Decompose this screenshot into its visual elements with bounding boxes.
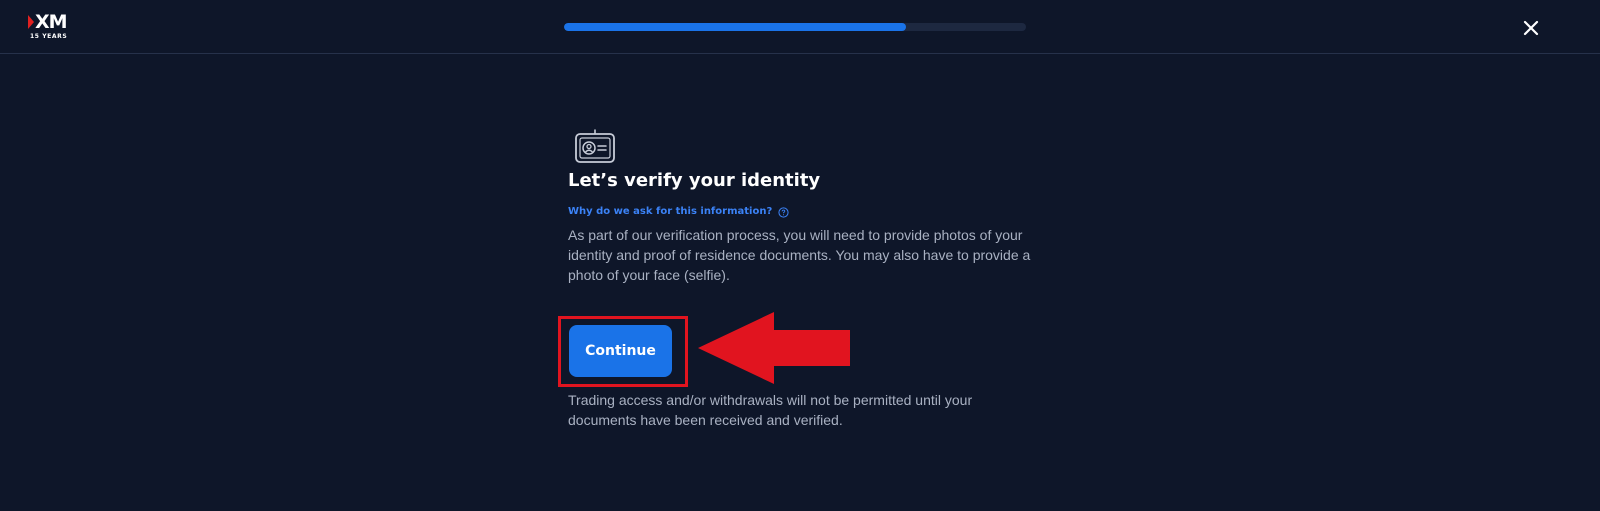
- why-info-link[interactable]: Why do we ask for this information?: [568, 205, 789, 219]
- progress-bar-fill: [564, 23, 906, 31]
- verification-description: As part of our verification process, you…: [568, 227, 1031, 283]
- id-card-icon: [575, 129, 615, 163]
- logo-red-mark-icon: [28, 15, 34, 29]
- page-title: Let’s verify your identity: [568, 170, 821, 191]
- access-note: Trading access and/or withdrawals will n…: [568, 392, 973, 428]
- continue-button[interactable]: Continue: [569, 325, 672, 377]
- progress-bar: [564, 23, 1026, 31]
- close-button[interactable]: [1518, 15, 1544, 41]
- xm-logo: XM 15 YEARS: [28, 12, 76, 44]
- top-bar: XM 15 YEARS: [0, 0, 1600, 54]
- logo-text: XM: [35, 11, 68, 33]
- help-circle-icon: [778, 206, 789, 218]
- close-icon: [1523, 20, 1539, 36]
- why-info-link-label: Why do we ask for this information?: [568, 206, 773, 217]
- logo-subtext: 15 YEARS: [30, 33, 68, 40]
- logo-mark: XM: [28, 11, 68, 33]
- annotation-arrow-icon: [698, 312, 850, 384]
- identity-verification-page: XM 15 YEARS Let’s verify your identity W…: [0, 0, 1600, 511]
